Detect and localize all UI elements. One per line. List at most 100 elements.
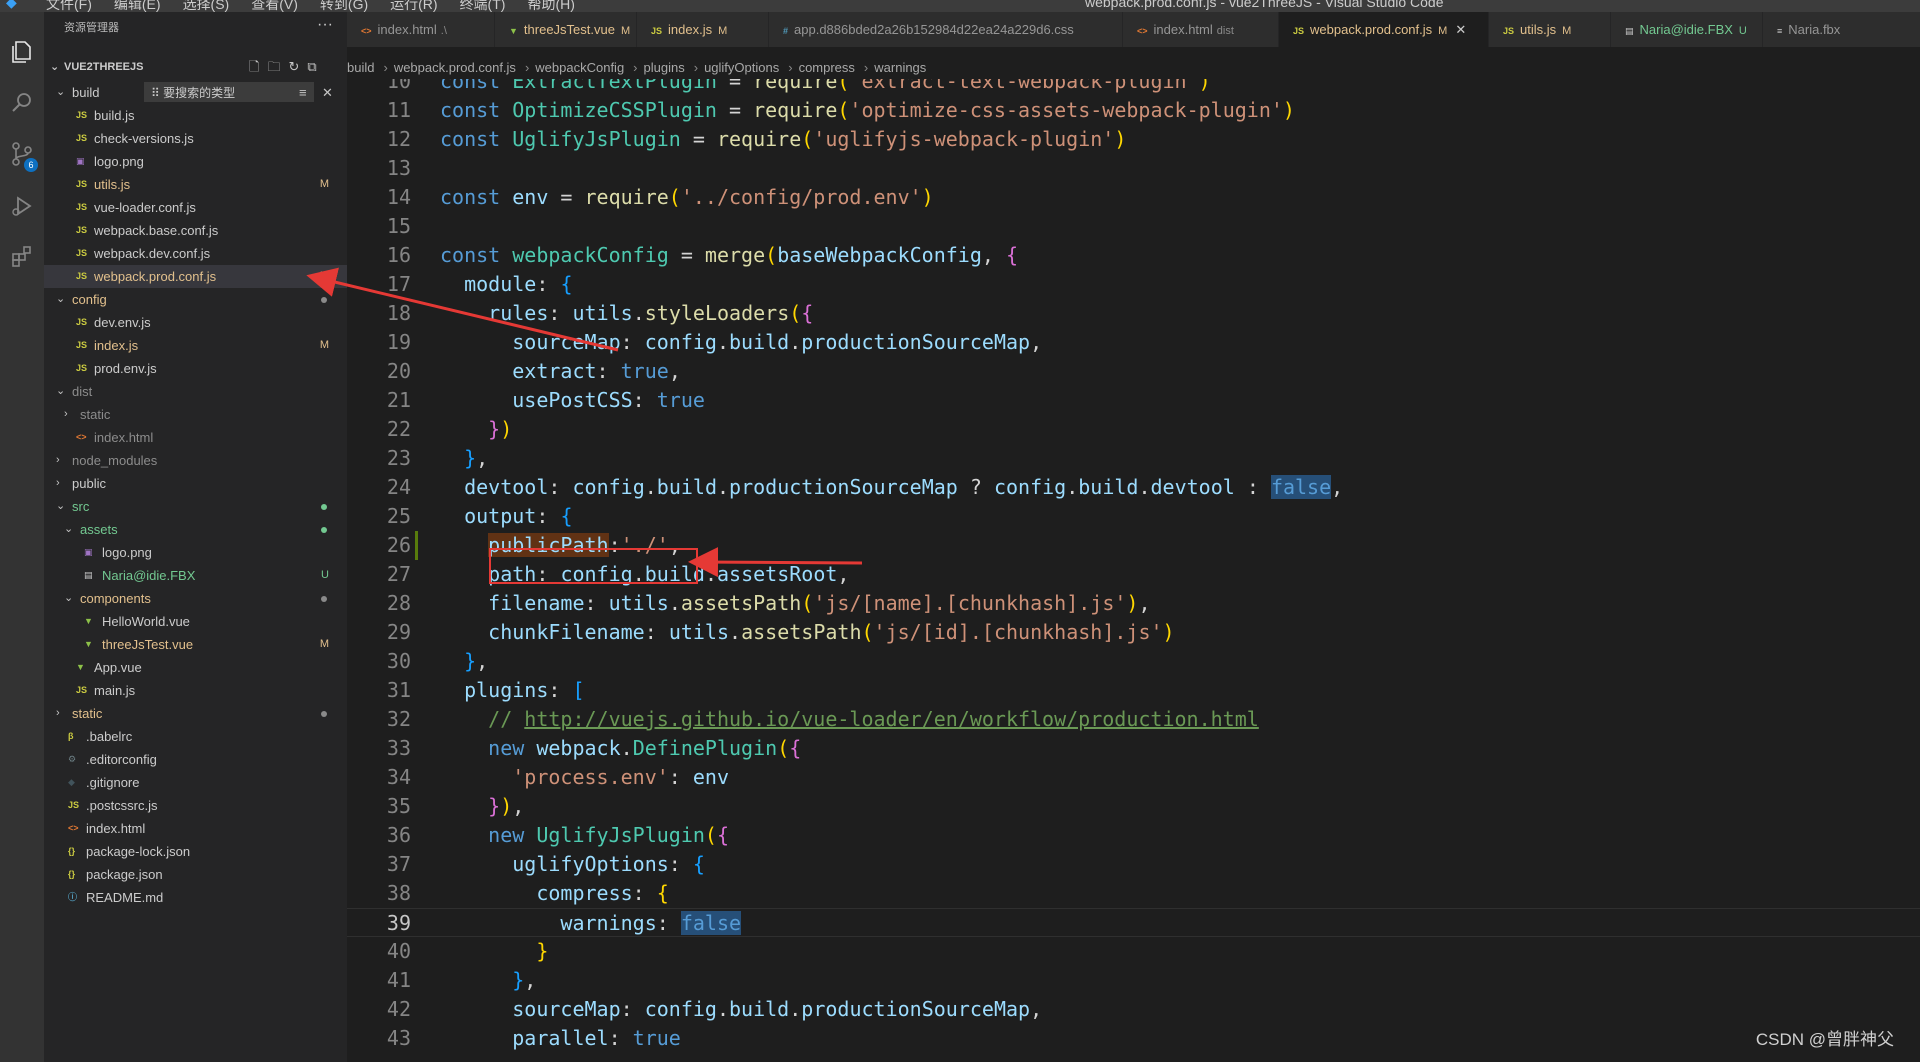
tree-file[interactable]: {} package.json — [44, 863, 347, 886]
editor-tab[interactable]: ▼ threeJsTest.vue M — [495, 12, 637, 47]
editor-tab[interactable]: <> index.html .\ — [347, 12, 495, 47]
more-actions-icon[interactable]: ··· — [317, 16, 333, 34]
tree-folder[interactable]: ⌄ build ⠿ 要搜索的类型 ≡ ✕ — [44, 81, 347, 104]
tree-file[interactable]: ⚙ .editorconfig — [44, 748, 347, 771]
tree-file[interactable]: β .babelrc — [44, 725, 347, 748]
tree-file[interactable]: ▼ App.vue — [44, 656, 347, 679]
tree-file[interactable]: JS build.js — [44, 104, 347, 127]
code-line[interactable]: 13 — [347, 154, 1920, 183]
code-line[interactable]: 23 }, — [347, 444, 1920, 473]
tree-file[interactable]: JS webpack.base.conf.js — [44, 219, 347, 242]
code-line[interactable]: 37 uglifyOptions: { — [347, 850, 1920, 879]
code-line[interactable]: 33 new webpack.DefinePlugin({ — [347, 734, 1920, 763]
code-line[interactable]: 18 rules: utils.styleLoaders({ — [347, 299, 1920, 328]
tree-folder[interactable]: › static — [44, 702, 347, 725]
tree-file[interactable]: JS webpack.dev.conf.js — [44, 242, 347, 265]
code-line[interactable]: 41 }, — [347, 966, 1920, 995]
new-file-icon[interactable]: 🗋 — [249, 58, 259, 76]
search-icon[interactable] — [0, 82, 44, 122]
tree-file[interactable]: <> index.html — [44, 817, 347, 840]
breadcrumb-item[interactable]: plugins — [644, 60, 685, 75]
tree-file[interactable]: JS main.js — [44, 679, 347, 702]
tree-folder[interactable]: ⌄ config — [44, 288, 347, 311]
tree-file[interactable]: ▼ HelloWorld.vue — [44, 610, 347, 633]
code-line[interactable]: 11 const OptimizeCSSPlugin = require('opt… — [347, 96, 1920, 125]
code-line[interactable]: 14 const env = require('../config/prod.en… — [347, 183, 1920, 212]
code-line[interactable]: 25 output: { — [347, 502, 1920, 531]
breadcrumb-item[interactable]: webpack.prod.conf.js — [394, 60, 516, 75]
menu-item[interactable]: 选择(S) — [183, 0, 230, 12]
tree-folder[interactable]: ⌄ assets — [44, 518, 347, 541]
code-line[interactable]: 40 } — [347, 937, 1920, 966]
filter-input[interactable]: ⠿ 要搜索的类型 — [144, 82, 314, 102]
code-line[interactable]: 19 sourceMap: config.build.productionSou… — [347, 328, 1920, 357]
code-line[interactable]: 28 filename: utils.assetsPath('js/[name]… — [347, 589, 1920, 618]
breadcrumb-item[interactable]: warnings — [874, 60, 926, 75]
code-line[interactable]: 21 usePostCSS: true — [347, 386, 1920, 415]
tree-file[interactable]: ▼ threeJsTest.vue M — [44, 633, 347, 656]
tree-file[interactable]: ▤ Naria@idie.FBX U — [44, 564, 347, 587]
source-control-icon[interactable]: 6 — [0, 134, 44, 174]
tree-file[interactable]: JS utils.js M — [44, 173, 347, 196]
tree-file[interactable]: JS vue-loader.conf.js — [44, 196, 347, 219]
menu-item[interactable]: 运行(R) — [390, 0, 437, 12]
refresh-icon[interactable]: ↻ — [288, 58, 299, 76]
tree-file[interactable]: JS webpack.prod.conf.js M — [44, 265, 347, 288]
editor-tab[interactable]: <> index.html dist — [1123, 12, 1279, 47]
tree-folder[interactable]: ⌄ components — [44, 587, 347, 610]
code-line[interactable]: 36 new UglifyJsPlugin({ — [347, 821, 1920, 850]
filter-icon[interactable]: ≡ — [299, 81, 307, 104]
editor-tab[interactable]: ≡ Naria.fbx — [1763, 12, 1920, 47]
editor-tab[interactable]: # app.d886bded2a26b152984d22ea24a229d6.cs… — [769, 12, 1123, 47]
explorer-icon[interactable] — [0, 32, 44, 72]
tree-file[interactable]: ⓘ README.md — [44, 886, 347, 909]
run-debug-icon[interactable] — [0, 186, 44, 226]
tree-file[interactable]: <> index.html — [44, 426, 347, 449]
tree-file[interactable]: JS prod.env.js — [44, 357, 347, 380]
breadcrumb-item[interactable]: build — [347, 60, 374, 75]
code-line[interactable]: 29 chunkFilename: utils.assetsPath('js/[… — [347, 618, 1920, 647]
menu-item[interactable]: 终端(T) — [460, 0, 506, 12]
code-line[interactable]: 31 plugins: [ — [347, 676, 1920, 705]
tree-file[interactable]: {} package-lock.json — [44, 840, 347, 863]
tree-folder[interactable]: ⌄ dist — [44, 380, 347, 403]
tree-file[interactable]: JS check-versions.js — [44, 127, 347, 150]
menu-item[interactable]: 转到(G) — [320, 0, 368, 12]
close-icon[interactable]: ✕ — [322, 81, 333, 104]
code-line[interactable]: 43 parallel: true — [347, 1024, 1920, 1053]
menu-item[interactable]: 文件(F) — [46, 0, 92, 12]
collapse-all-icon[interactable]: ⧉ — [307, 58, 316, 76]
code-line[interactable]: 10 const ExtractTextPlugin = require('ext… — [347, 79, 1920, 96]
tree-folder[interactable]: › public — [44, 472, 347, 495]
code-line[interactable]: 15 — [347, 212, 1920, 241]
code-line[interactable]: 39 warnings: false — [347, 908, 1920, 937]
editor-tab[interactable]: ▤ Naria@idie.FBX U — [1611, 12, 1763, 47]
breadcrumb-item[interactable]: webpackConfig — [535, 60, 624, 75]
tree-file[interactable]: ◆ .gitignore — [44, 771, 347, 794]
menu-item[interactable]: 帮助(H) — [527, 0, 574, 12]
breadcrumb-item[interactable]: uglifyOptions — [704, 60, 779, 75]
code-line[interactable]: 24 devtool: config.build.productionSourc… — [347, 473, 1920, 502]
editor-tab[interactable]: JS index.js M — [637, 12, 769, 47]
tree-file[interactable]: JS dev.env.js — [44, 311, 347, 334]
tree-file[interactable]: ▣ logo.png — [44, 541, 347, 564]
menu-item[interactable]: 查看(V) — [251, 0, 298, 12]
tree-folder[interactable]: › node_modules — [44, 449, 347, 472]
code-line[interactable]: 12 const UglifyJsPlugin = require('uglify… — [347, 125, 1920, 154]
breadcrumb-item[interactable]: compress — [799, 60, 855, 75]
code-line[interactable]: 16 const webpackConfig = merge(baseWebpac… — [347, 241, 1920, 270]
code-line[interactable]: 32 // http://vuejs.github.io/vue-loader/… — [347, 705, 1920, 734]
tree-file[interactable]: JS .postcssrc.js — [44, 794, 347, 817]
code-line[interactable]: 42 sourceMap: config.build.productionSou… — [347, 995, 1920, 1024]
code-line[interactable]: 20 extract: true, — [347, 357, 1920, 386]
code-line[interactable]: 22 }) — [347, 415, 1920, 444]
code-line[interactable]: 17 module: { — [347, 270, 1920, 299]
extensions-icon[interactable] — [0, 236, 44, 276]
code-line[interactable]: 35 }), — [347, 792, 1920, 821]
editor-tab[interactable]: JS webpack.prod.conf.js M ✕ — [1279, 12, 1489, 47]
code-line[interactable]: 30 }, — [347, 647, 1920, 676]
tree-file[interactable]: JS index.js M — [44, 334, 347, 357]
tree-folder[interactable]: › static — [44, 403, 347, 426]
editor-tab[interactable]: JS utils.js M — [1489, 12, 1611, 47]
close-icon[interactable]: ✕ — [1455, 22, 1466, 37]
